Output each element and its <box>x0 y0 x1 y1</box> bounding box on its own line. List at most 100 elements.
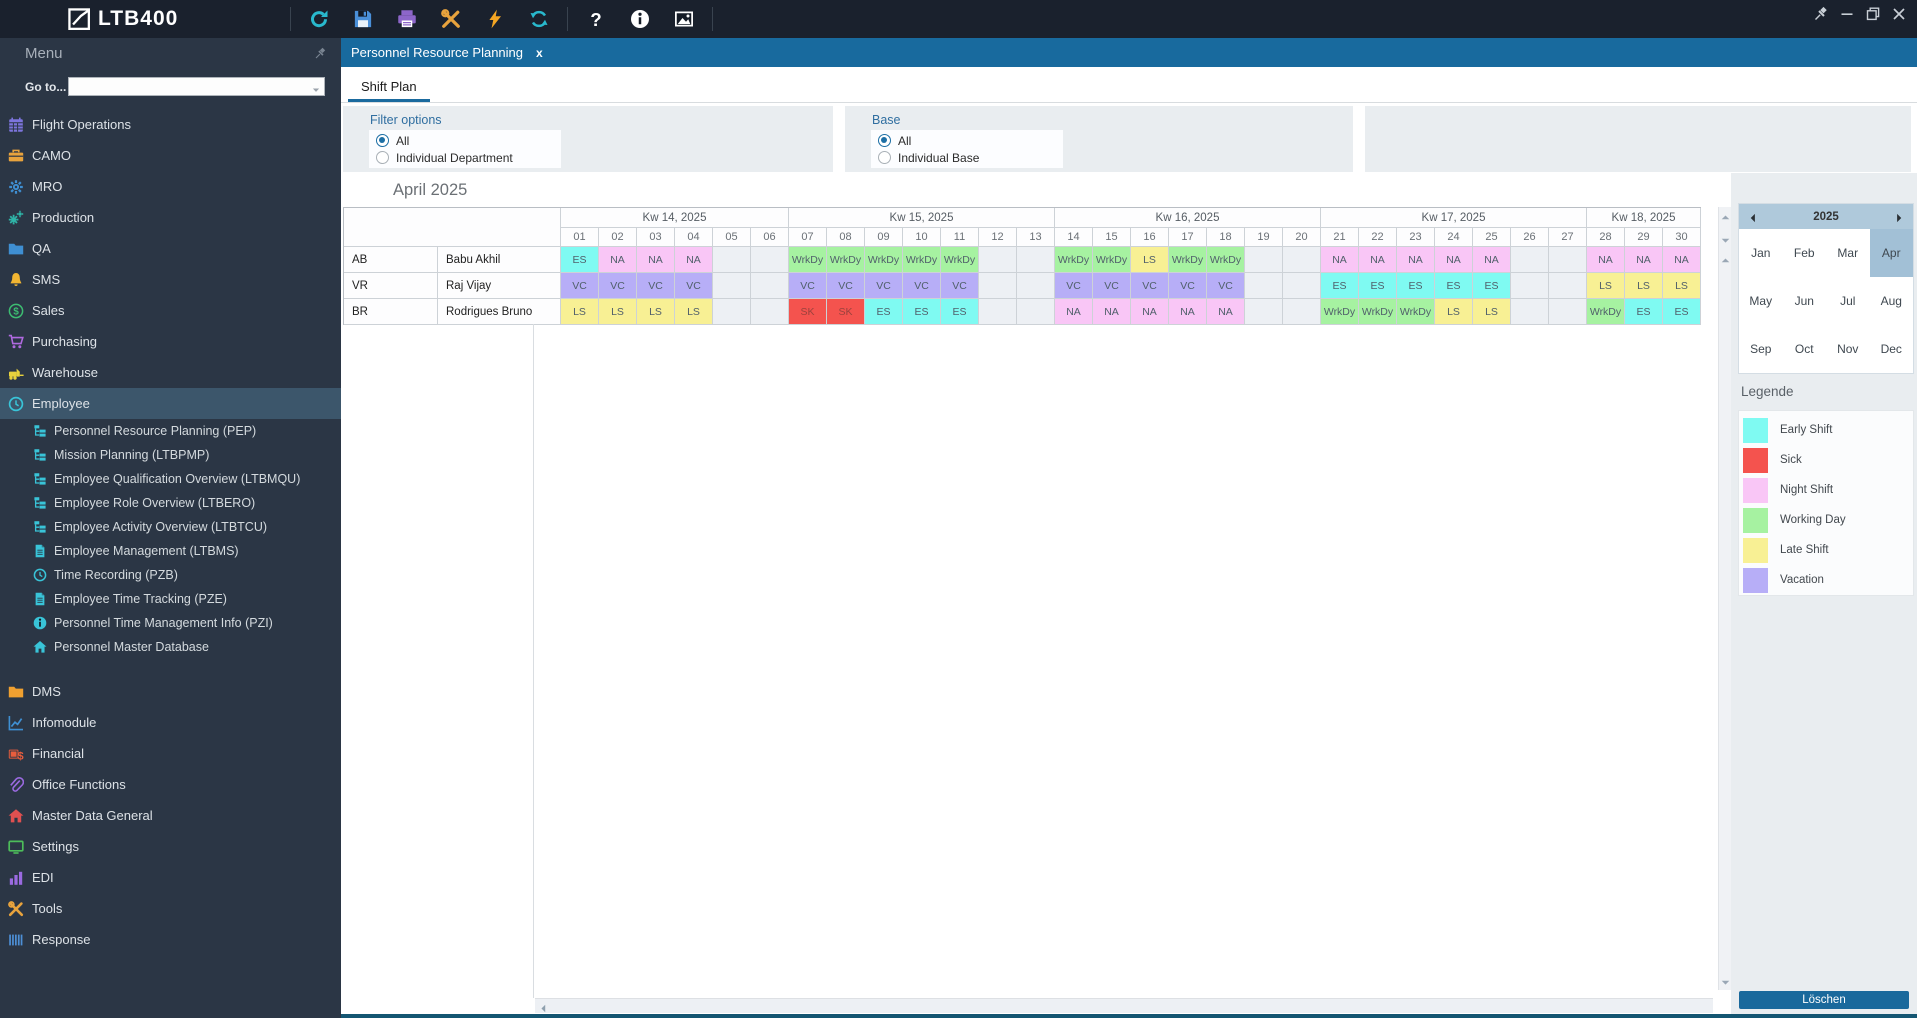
shift-cell[interactable]: WrkDy <box>789 247 827 273</box>
minimize-icon[interactable] <box>1839 6 1855 22</box>
shift-cell[interactable] <box>1549 247 1587 273</box>
shift-cell[interactable]: VC <box>789 273 827 299</box>
shift-cell[interactable]: VC <box>561 273 599 299</box>
shift-cell[interactable]: LS <box>1473 299 1511 325</box>
shift-cell[interactable]: LS <box>675 299 713 325</box>
shift-cell[interactable]: VC <box>1055 273 1093 299</box>
shift-cell[interactable] <box>713 247 751 273</box>
shift-cell[interactable] <box>1549 299 1587 325</box>
grid-vertical-scrollbar[interactable] <box>1718 207 1731 990</box>
month-jul[interactable]: Jul <box>1826 277 1870 325</box>
sidebar-item-qa[interactable]: QA <box>0 233 341 264</box>
shift-cell[interactable]: ES <box>1321 273 1359 299</box>
sidebar-item-office-functions[interactable]: Office Functions <box>0 769 341 800</box>
shift-cell[interactable]: WrkDy <box>1055 247 1093 273</box>
shift-cell[interactable]: NA <box>599 247 637 273</box>
scroll-up-icon[interactable] <box>1720 210 1731 221</box>
info-icon[interactable] <box>630 9 650 29</box>
shift-cell[interactable]: NA <box>637 247 675 273</box>
shift-cell[interactable] <box>979 273 1017 299</box>
tools-icon[interactable] <box>441 9 461 29</box>
shift-cell[interactable]: NA <box>1625 247 1663 273</box>
shift-cell[interactable]: WrkDy <box>1093 247 1131 273</box>
shift-cell[interactable]: NA <box>1131 299 1169 325</box>
shift-cell[interactable]: VC <box>827 273 865 299</box>
shift-cell[interactable]: VC <box>903 273 941 299</box>
radio-individual-department[interactable] <box>376 151 389 164</box>
sidebar-subitem-employee-qualification-overview-ltbmqu[interactable]: Employee Qualification Overview (LTBMQU) <box>0 467 341 491</box>
sidebar-item-production[interactable]: Production <box>0 202 341 233</box>
month-jan[interactable]: Jan <box>1739 229 1783 277</box>
month-jun[interactable]: Jun <box>1783 277 1827 325</box>
sidebar-item-purchasing[interactable]: Purchasing <box>0 326 341 357</box>
shift-cell[interactable] <box>1245 299 1283 325</box>
shift-cell[interactable]: ES <box>1397 273 1435 299</box>
shift-cell[interactable]: NA <box>1359 247 1397 273</box>
sidebar-item-warehouse[interactable]: Warehouse <box>0 357 341 388</box>
month-feb[interactable]: Feb <box>1783 229 1827 277</box>
save-icon[interactable] <box>353 9 373 29</box>
sidebar-item-camo[interactable]: CAMO <box>0 140 341 171</box>
shift-cell[interactable]: ES <box>561 247 599 273</box>
scroll-down-icon[interactable] <box>1720 233 1731 244</box>
shift-cell[interactable]: LS <box>637 299 675 325</box>
shift-cell[interactable]: LS <box>1131 247 1169 273</box>
shift-cell[interactable]: WrkDy <box>1359 299 1397 325</box>
sidebar-item-settings[interactable]: Settings <box>0 831 341 862</box>
shift-cell[interactable] <box>1245 273 1283 299</box>
refresh-icon[interactable] <box>309 9 329 29</box>
shift-cell[interactable] <box>713 299 751 325</box>
shift-cell[interactable] <box>1017 247 1055 273</box>
shift-cell[interactable]: SK <box>827 299 865 325</box>
shift-cell[interactable]: NA <box>1397 247 1435 273</box>
sidebar-subitem-employee-management-ltbms[interactable]: Employee Management (LTBMS) <box>0 539 341 563</box>
sidebar-subitem-personnel-master-database[interactable]: Personnel Master Database <box>0 635 341 659</box>
sidebar-item-sms[interactable]: SMS <box>0 264 341 295</box>
sidebar-item-sales[interactable]: $ Sales <box>0 295 341 326</box>
shift-cell[interactable]: ES <box>1435 273 1473 299</box>
sidebar-item-response[interactable]: Response <box>0 924 341 955</box>
tab-personnel-resource-planning[interactable]: Personnel Resource Planning <box>351 45 523 60</box>
sidebar-subitem-personnel-resource-planning-pep[interactable]: Personnel Resource Planning (PEP) <box>0 419 341 443</box>
shift-cell[interactable]: VC <box>599 273 637 299</box>
grid-horizontal-scrollbar[interactable] <box>535 998 1713 1013</box>
shift-cell[interactable] <box>1283 299 1321 325</box>
shift-cell[interactable] <box>1511 247 1549 273</box>
pin-icon[interactable] <box>314 47 327 60</box>
image-icon[interactable] <box>674 9 694 29</box>
shift-cell[interactable]: ES <box>1359 273 1397 299</box>
shift-cell[interactable]: VC <box>1169 273 1207 299</box>
sidebar-subitem-time-recording-pzb[interactable]: Time Recording (PZB) <box>0 563 341 587</box>
shift-cell[interactable] <box>979 247 1017 273</box>
sidebar-subitem-employee-role-overview-ltbero[interactable]: Employee Role Overview (LTBERO) <box>0 491 341 515</box>
shift-cell[interactable] <box>751 273 789 299</box>
shift-cell[interactable]: VC <box>941 273 979 299</box>
shift-cell[interactable]: WrkDy <box>1169 247 1207 273</box>
sidebar-item-dms[interactable]: DMS <box>0 676 341 707</box>
shift-cell[interactable] <box>751 299 789 325</box>
shift-cell[interactable] <box>751 247 789 273</box>
sidebar-subitem-mission-planning-ltbpmp[interactable]: Mission Planning (LTBPMP) <box>0 443 341 467</box>
shift-cell[interactable]: WrkDy <box>903 247 941 273</box>
shift-cell[interactable]: LS <box>1625 273 1663 299</box>
sidebar-item-infomodule[interactable]: Infomodule <box>0 707 341 738</box>
shift-cell[interactable]: VC <box>637 273 675 299</box>
shift-cell[interactable]: VC <box>675 273 713 299</box>
shift-cell[interactable]: LS <box>1587 273 1625 299</box>
sidebar-item-mro[interactable]: MRO <box>0 171 341 202</box>
month-sep[interactable]: Sep <box>1739 325 1783 373</box>
shift-cell[interactable]: ES <box>903 299 941 325</box>
shift-cell[interactable]: WrkDy <box>1397 299 1435 325</box>
goto-combobox[interactable] <box>68 77 325 96</box>
scroll-up-icon[interactable] <box>1720 253 1731 264</box>
prev-year-button[interactable] <box>1747 211 1759 223</box>
radio-individual-base[interactable] <box>878 151 891 164</box>
shift-cell[interactable]: NA <box>1055 299 1093 325</box>
shift-cell[interactable]: WrkDy <box>1321 299 1359 325</box>
month-oct[interactable]: Oct <box>1783 325 1827 373</box>
shift-cell[interactable] <box>1549 273 1587 299</box>
shift-cell[interactable]: WrkDy <box>865 247 903 273</box>
shift-cell[interactable] <box>1017 273 1055 299</box>
sidebar-item-employee[interactable]: Employee <box>0 388 341 419</box>
sidebar-subitem-personnel-time-management-info-pzi[interactable]: Personnel Time Management Info (PZI) <box>0 611 341 635</box>
